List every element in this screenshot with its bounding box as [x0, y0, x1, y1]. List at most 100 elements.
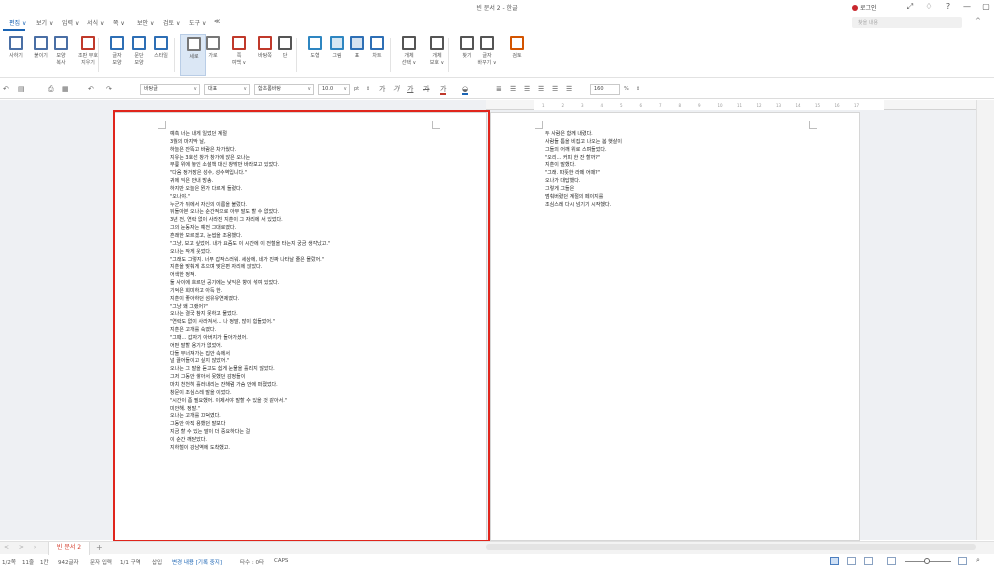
menu-edit[interactable]: 편집 ∨ — [9, 18, 26, 27]
preview-icon[interactable]: ▦ — [62, 84, 69, 94]
normal-view-button[interactable] — [830, 557, 839, 565]
page-2[interactable]: 두 사람은 함께 내렸다. 사람들 틈을 비집고 나오는 봄 햇살이 그들의 어깨 … — [490, 112, 860, 541]
menu-review[interactable]: 검토 ∨ — [163, 18, 180, 27]
ribbon-button-review[interactable]: 검토 — [504, 34, 530, 76]
bold-button[interactable]: 가 — [379, 84, 385, 94]
page-view-button[interactable] — [847, 557, 856, 565]
ruler-tick-label: 12 — [756, 103, 762, 108]
active-menu-indicator — [3, 29, 25, 31]
tab-current-document[interactable]: 빈 문서 2 — [48, 542, 90, 555]
underline-button[interactable]: 가 — [407, 84, 413, 94]
strike-button[interactable]: 가 — [423, 84, 429, 94]
search-input[interactable]: 찾을 내용 — [852, 17, 962, 28]
text-line[interactable]: 그렇게 그들은 — [545, 186, 622, 194]
fullscreen-button[interactable]: ⤢ — [905, 2, 915, 12]
ruler-tick-label: 8 — [678, 103, 682, 108]
ribbon-button-label: 글자 바꾸기 ∨ — [477, 53, 497, 66]
page-2-text[interactable]: 두 사람은 함께 내렸다. 사람들 틈을 비집고 나오는 봄 햇살이 그들의 어깨 … — [545, 131, 622, 209]
horizontal-layout-icon — [206, 36, 220, 50]
font-value: 함초롬바탕 — [258, 86, 282, 92]
master-page-icon — [258, 36, 272, 50]
menu-page[interactable]: 쪽 ∨ — [113, 18, 125, 27]
review-icon — [510, 36, 524, 50]
ribbon-button-label: 검토 — [512, 53, 522, 59]
undo-icon[interactable]: ↶ — [88, 84, 94, 94]
ribbon-button-columns[interactable]: 단 — [272, 34, 298, 76]
divide-icon[interactable]: ☰ — [566, 84, 572, 94]
ribbon-separator — [98, 38, 99, 72]
maximize-button[interactable]: ▢ — [981, 2, 991, 12]
login-button[interactable]: 로그인 — [852, 3, 877, 12]
text-line[interactable]: 멈춰버렸던 계절의 페이지를 — [545, 194, 622, 202]
status-track-changes[interactable]: 변경 내용 [기록 중지] — [172, 558, 222, 566]
menu-security[interactable]: 보안 ∨ — [137, 18, 154, 27]
ribbon-button-style[interactable]: 스타일 — [148, 34, 174, 76]
copy-doc-icon — [9, 36, 23, 50]
language-select[interactable]: 대표 ∨ — [204, 84, 250, 95]
style-select[interactable]: 바탕글 ∨ — [140, 84, 200, 95]
collapse-ribbon-button[interactable]: ^ — [975, 17, 981, 25]
menu-more[interactable]: ≪ — [214, 18, 220, 25]
zoom-search-icon[interactable]: ⌕ — [976, 556, 980, 565]
zoom-out-button[interactable] — [887, 557, 896, 565]
undo-list-icon[interactable]: ↶ — [3, 84, 9, 94]
menu-insert[interactable]: 입력 ∨ — [62, 18, 79, 27]
menu-view[interactable]: 보기 ∨ — [36, 18, 53, 27]
title-bar: 빈 문서 2 - 한글 로그인 ⤢ ♢ ? — ▢ — [0, 0, 994, 14]
ribbon-button-object-protect[interactable]: 개체 보호 ∨ — [424, 34, 450, 76]
vertical-scrollbar[interactable] — [976, 100, 994, 540]
zoom-input[interactable]: 160 — [590, 84, 620, 95]
save-icon[interactable]: ▤ — [18, 84, 25, 94]
ruler-tick-label: 15 — [815, 103, 821, 108]
theme-button[interactable]: ♢ — [924, 2, 934, 12]
find-icon — [460, 36, 474, 50]
text-line[interactable]: 두 사람은 함께 내렸다. — [545, 131, 622, 139]
text-line[interactable]: 그들의 어깨 위로 스며들었다. — [545, 147, 622, 155]
ribbon-button-label: 스타일 — [154, 53, 168, 59]
horizontal-scrollbar[interactable] — [486, 544, 976, 550]
print-icon[interactable]: ⎙ — [48, 84, 54, 94]
ribbon-button-object-select[interactable]: 개체 선택 ∨ — [396, 34, 422, 76]
ribbon-button-replace[interactable]: 글자 바꾸기 ∨ — [474, 34, 500, 76]
size-stepper[interactable]: ⇕ — [366, 84, 370, 94]
text-line[interactable]: 사람들 틈을 비집고 나오는 봄 햇살이 — [545, 139, 622, 147]
object-select-icon — [402, 36, 416, 50]
font-select[interactable]: 함초롬바탕 ∨ — [254, 84, 314, 95]
ruler-tick-label: 6 — [639, 103, 643, 108]
table-icon — [350, 36, 364, 50]
status-insert[interactable]: 삽입 — [152, 558, 162, 566]
italic-button[interactable]: 가 — [393, 84, 399, 94]
ribbon-separator — [390, 38, 391, 72]
menu-tools[interactable]: 도구 ∨ — [189, 18, 206, 27]
align-center-icon[interactable]: ☰ — [524, 84, 530, 94]
ruler-text-area — [534, 100, 884, 110]
zoom-in-button[interactable] — [958, 557, 967, 565]
web-view-button[interactable] — [864, 557, 873, 565]
minimize-button[interactable]: — — [962, 2, 972, 12]
help-button[interactable]: ? — [943, 2, 953, 12]
align-right-icon[interactable]: ☰ — [538, 84, 544, 94]
status-section: 1/1 구역 — [120, 560, 141, 566]
ruler-tick-label: 7 — [659, 103, 662, 108]
zoom-stepper[interactable]: ⇕ — [636, 84, 640, 94]
text-line[interactable]: 오나가 대답했다. — [545, 178, 622, 186]
columns-icon — [278, 36, 292, 50]
add-tab-button[interactable]: + — [96, 543, 103, 552]
distribute-icon[interactable]: ☰ — [552, 84, 558, 94]
size-unit[interactable]: pt — [354, 84, 359, 94]
redo-icon[interactable]: ↷ — [106, 84, 112, 94]
text-line[interactable]: "그래. 따뜻한 라떼 어때?" — [545, 170, 622, 178]
menu-format[interactable]: 서식 ∨ — [87, 18, 104, 27]
search-placeholder: 찾을 내용 — [858, 20, 878, 26]
text-line[interactable]: 조심스레 다시 넘기기 시작했다. — [545, 202, 622, 210]
align-justify-icon[interactable]: ≣ — [496, 84, 502, 94]
status-page[interactable]: 1/2쪽 — [2, 558, 16, 566]
horizontal-ruler[interactable]: 1 2 3 4 5 6 7 8 9 10 11 12 13 14 15 16 17 — [486, 100, 976, 110]
paragraph-shape-icon — [132, 36, 146, 50]
tab-navigation[interactable]: < > › — [4, 544, 40, 551]
zoom-slider-handle[interactable] — [924, 558, 930, 564]
object-protect-icon — [430, 36, 444, 50]
font-size-input[interactable]: 10.0 ∨ — [318, 84, 350, 95]
ribbon-button-chart[interactable]: 차트 — [364, 34, 390, 76]
align-left-icon[interactable]: ☰ — [510, 84, 516, 94]
